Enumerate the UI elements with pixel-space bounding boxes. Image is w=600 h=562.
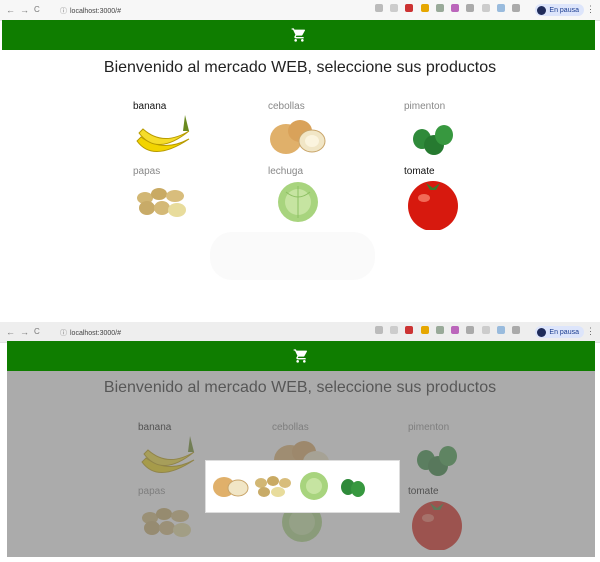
product-pimenton[interactable]: pimenton <box>404 101 524 165</box>
extension-icons <box>373 326 520 336</box>
extension-icon[interactable] <box>466 326 475 334</box>
app-header <box>2 20 595 50</box>
address-bar[interactable]: ⓘ localhost:3000/# <box>60 328 121 338</box>
forward-button[interactable]: → <box>20 5 29 15</box>
extension-icon[interactable] <box>435 4 444 12</box>
extension-icon[interactable] <box>420 326 429 334</box>
product-tomate[interactable]: tomate <box>404 166 524 230</box>
profile-status: En pausa <box>549 6 579 14</box>
extension-icon[interactable] <box>420 4 429 12</box>
browser-menu-icon[interactable]: ⋮ <box>586 4 595 15</box>
potato-icon[interactable] <box>252 469 294 503</box>
profile-status: En pausa <box>549 328 579 336</box>
reload-button[interactable]: C <box>34 327 40 336</box>
address-bar[interactable]: ⓘ localhost:3000/# <box>60 6 121 16</box>
page-title: Bienvenido al mercado WEB, seleccione su… <box>103 59 497 76</box>
cart-icon[interactable] <box>293 348 309 364</box>
extension-icon[interactable] <box>481 326 490 334</box>
url-text: localhost:3000/# <box>70 330 121 337</box>
product-banana[interactable]: banana <box>133 101 253 165</box>
lettuce-icon[interactable] <box>296 469 332 503</box>
extension-icon[interactable] <box>512 4 520 12</box>
app-header <box>7 341 595 371</box>
profile-button[interactable]: En pausa <box>535 326 584 338</box>
extension-icon[interactable] <box>512 326 520 334</box>
shield-icon[interactable] <box>405 4 414 12</box>
tomato-icon <box>408 181 458 230</box>
profile-button[interactable]: En pausa <box>535 4 584 16</box>
product-papas[interactable]: papas <box>133 166 253 230</box>
extension-icon[interactable] <box>451 4 460 12</box>
back-button[interactable]: ← <box>6 5 15 15</box>
banana-icon <box>136 115 190 152</box>
star-icon[interactable] <box>390 4 399 12</box>
shield-icon[interactable] <box>405 326 414 334</box>
lettuce-icon <box>278 182 318 222</box>
zoom-icon[interactable] <box>374 326 383 334</box>
pepper-icon <box>413 125 453 155</box>
onion-icon <box>270 120 326 154</box>
avatar <box>537 327 547 337</box>
screenshot-before: ← → C ⓘ localhost:3000/# En pausa ⋮ Bienv… <box>0 0 600 290</box>
onion-icon[interactable] <box>211 469 251 503</box>
extension-icon[interactable] <box>496 4 505 12</box>
browser-toolbar: ← → C ⓘ localhost:3000/# En pausa ⋮ <box>0 0 600 21</box>
star-icon[interactable] <box>390 326 399 334</box>
extension-icon[interactable] <box>481 4 490 12</box>
reload-button[interactable]: C <box>34 5 40 14</box>
product-cebollas[interactable]: cebollas <box>268 101 388 165</box>
extension-icon[interactable] <box>451 326 460 334</box>
url-text: localhost:3000/# <box>70 8 121 15</box>
pepper-icon[interactable] <box>338 469 370 503</box>
zoom-icon[interactable] <box>374 4 383 12</box>
cart-icon[interactable] <box>291 27 307 43</box>
back-button[interactable]: ← <box>6 327 15 337</box>
extension-icons <box>373 4 520 14</box>
empty-modal-placeholder <box>210 232 375 280</box>
product-lechuga[interactable]: lechuga <box>268 166 388 230</box>
extension-icon[interactable] <box>435 326 444 334</box>
screenshot-after: ← → C ⓘlocalhost:3000/# En pausa ⋮ Bienv… <box>0 322 600 562</box>
info-icon: ⓘ <box>60 330 67 337</box>
info-icon: ⓘ <box>60 8 67 15</box>
cart-modal <box>205 460 400 513</box>
extension-icon[interactable] <box>496 326 505 334</box>
avatar <box>537 5 547 15</box>
extension-icon[interactable] <box>466 4 475 12</box>
forward-button[interactable]: → <box>20 327 29 337</box>
potato-icon <box>137 188 186 217</box>
browser-toolbar: ← → C ⓘ localhost:3000/# En pausa ⋮ <box>0 322 600 343</box>
browser-menu-icon[interactable]: ⋮ <box>586 326 595 337</box>
